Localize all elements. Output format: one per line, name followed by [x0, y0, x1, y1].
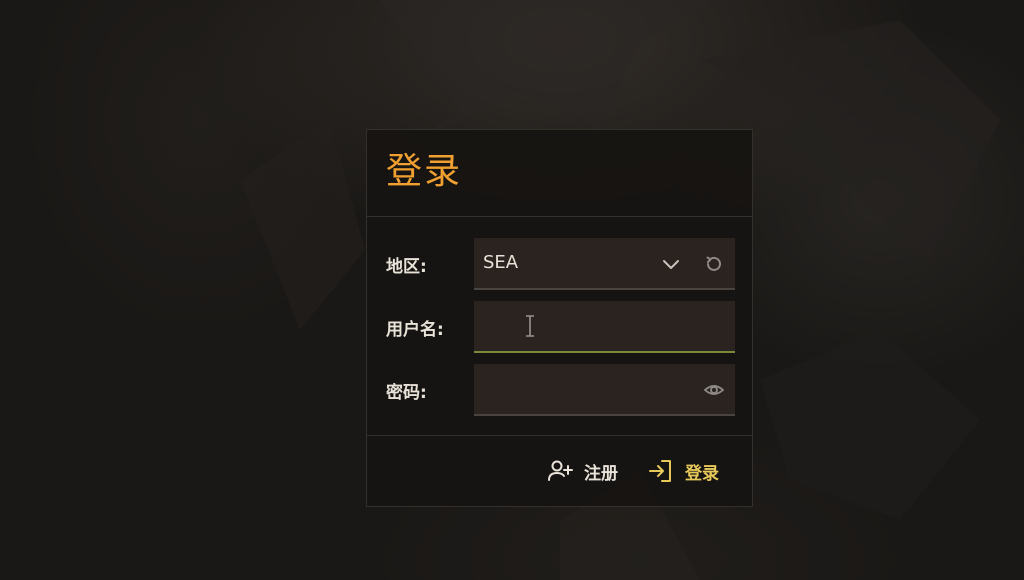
login-label: 登录 — [685, 463, 719, 484]
username-label: 用户名: — [386, 320, 444, 340]
register-label: 注册 — [584, 463, 618, 484]
password-input[interactable] — [474, 364, 735, 414]
login-button[interactable]: 登录 — [647, 456, 719, 486]
region-value: SEA — [483, 252, 519, 273]
dialog-header: 登录 — [367, 130, 752, 217]
login-dialog: 登录 地区: SEA 用户名: 密码: 注册 登录 — [366, 129, 753, 507]
username-input[interactable] — [474, 301, 735, 351]
region-row: 地区: SEA — [367, 238, 752, 290]
password-label: 密码: — [386, 383, 427, 403]
add-user-icon — [548, 460, 573, 481]
dialog-footer: 注册 登录 — [367, 436, 752, 506]
eye-icon[interactable] — [703, 379, 725, 401]
region-label: 地区: — [386, 257, 427, 277]
password-row: 密码: — [367, 364, 752, 416]
dialog-title: 登录 — [386, 151, 463, 192]
chevron-down-icon[interactable] — [661, 254, 681, 274]
login-arrow-icon — [649, 460, 671, 482]
refresh-icon[interactable] — [703, 253, 725, 275]
username-field-box — [474, 301, 735, 353]
region-select[interactable]: SEA — [474, 238, 735, 290]
register-button[interactable]: 注册 — [546, 456, 618, 486]
password-field-box — [474, 364, 735, 416]
login-form: 地区: SEA 用户名: 密码: — [367, 217, 752, 436]
username-row: 用户名: — [367, 301, 752, 353]
